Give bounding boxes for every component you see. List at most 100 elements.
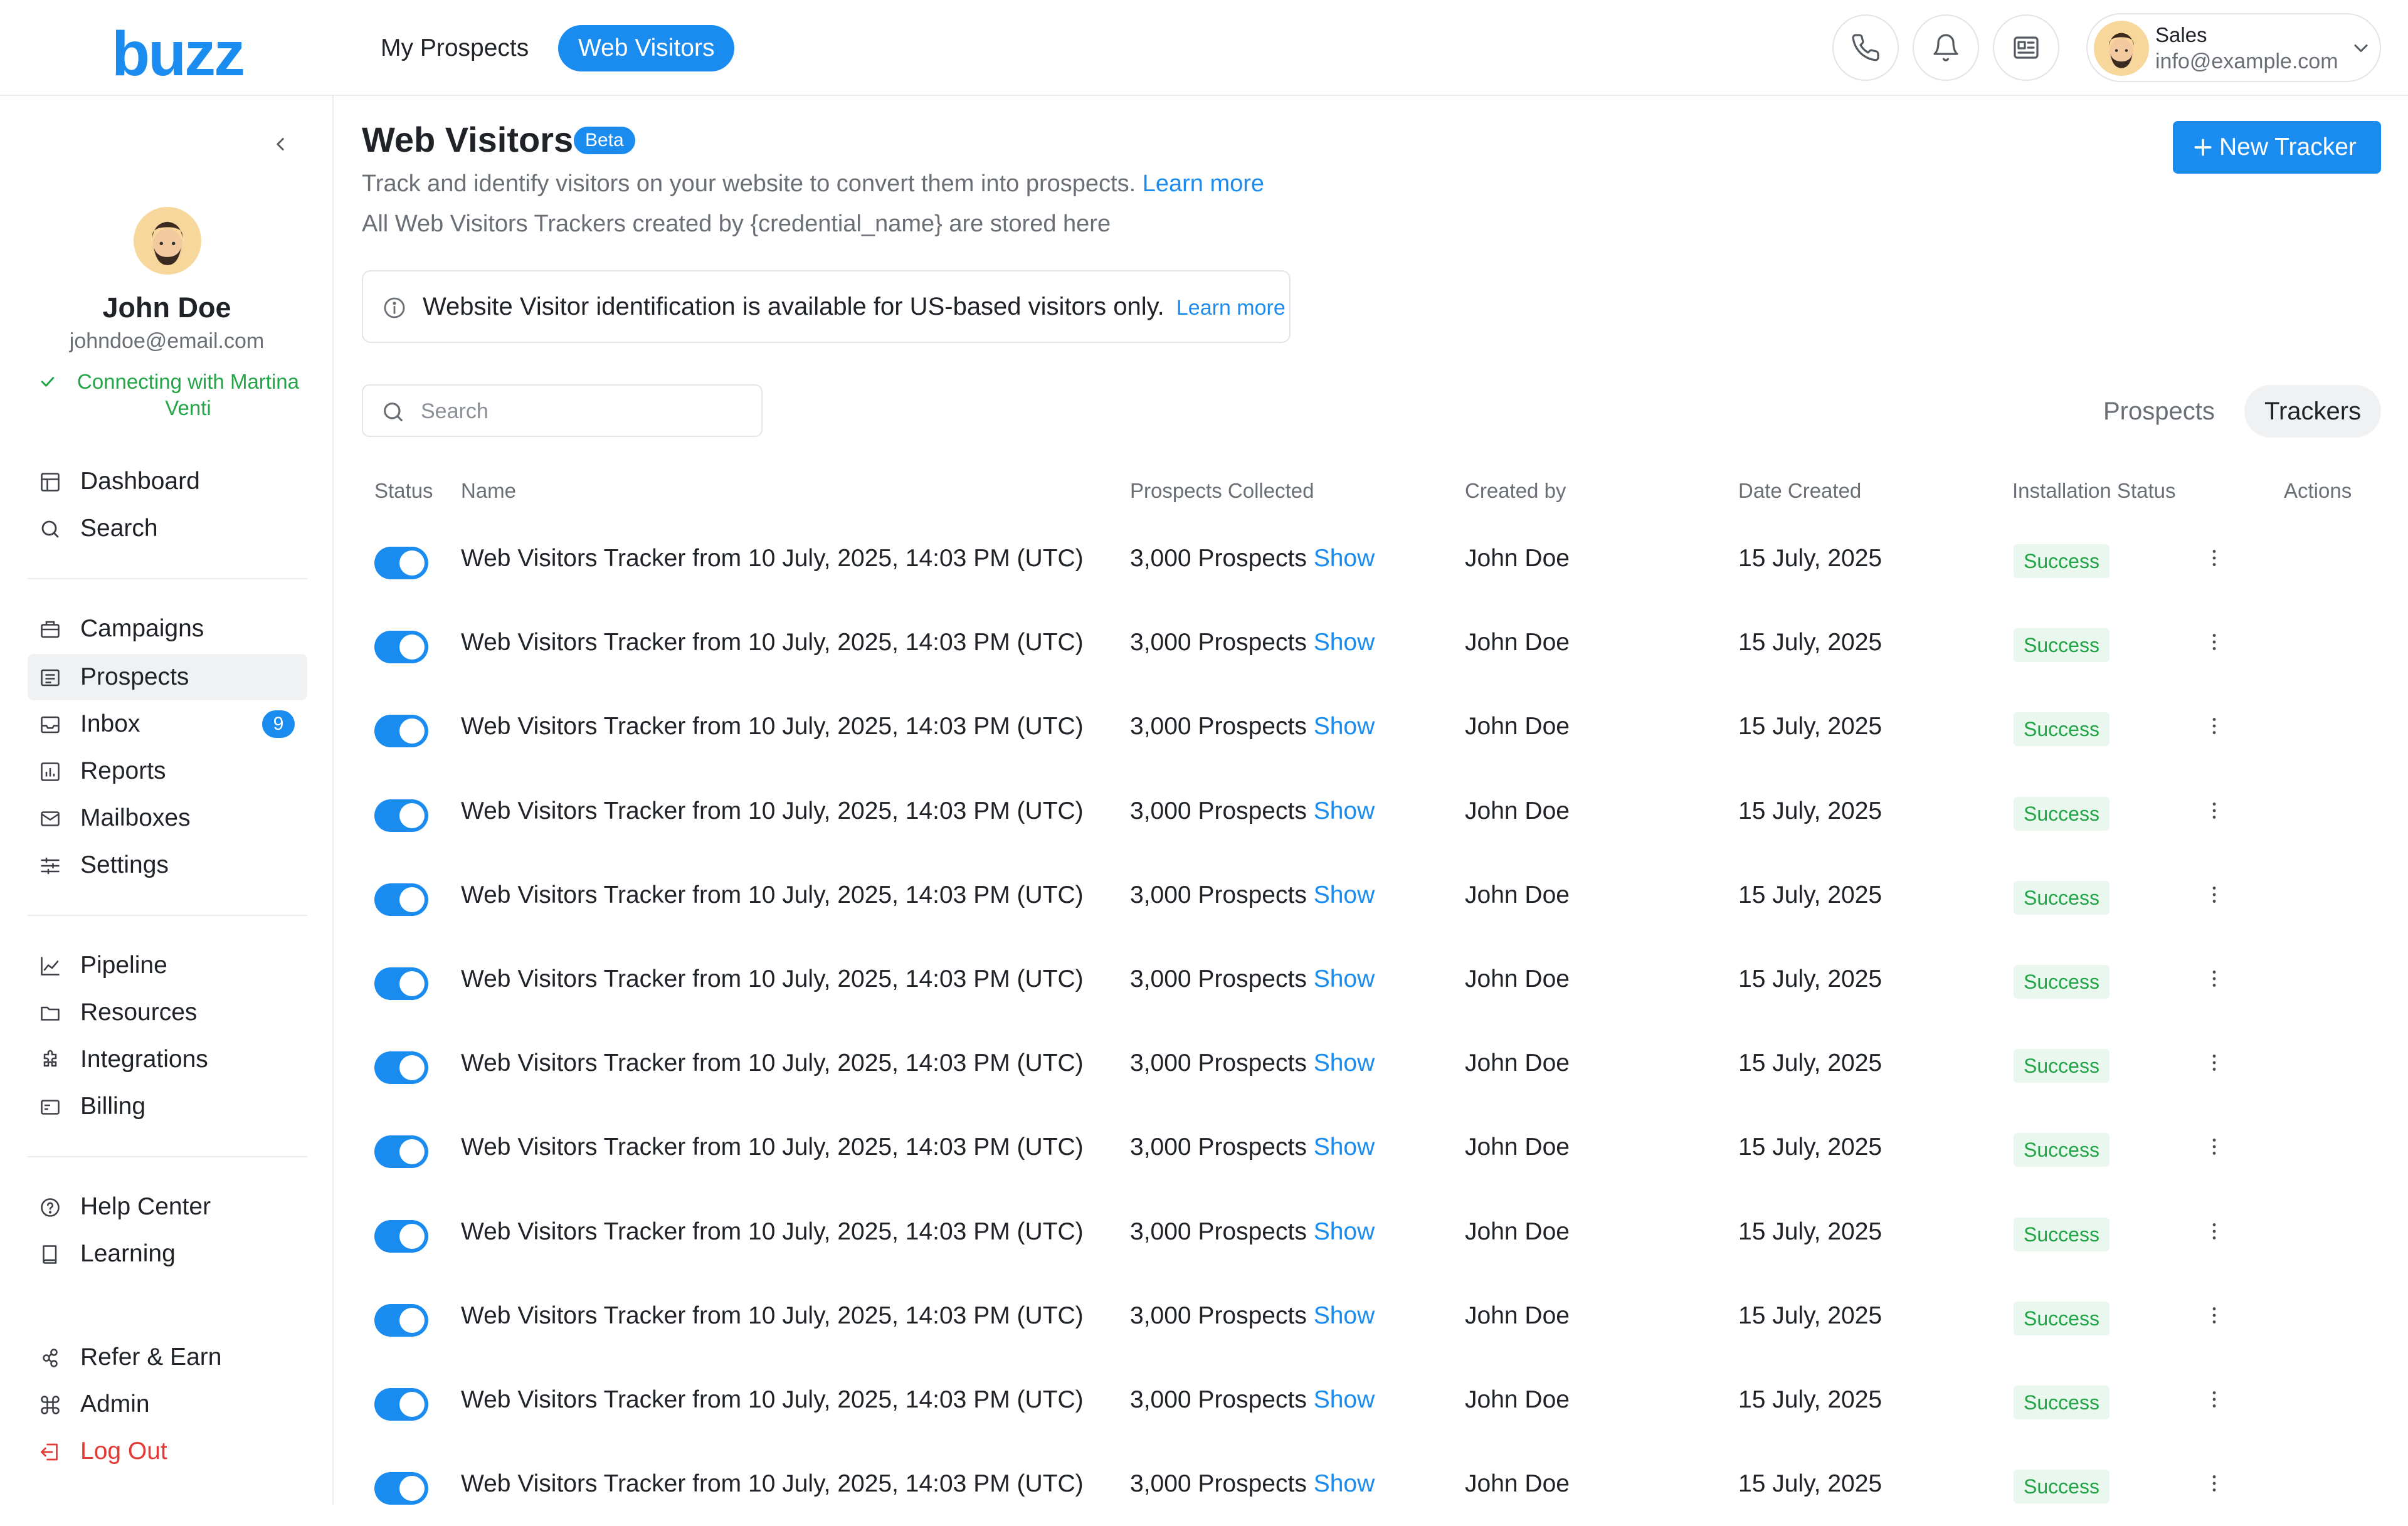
sidebar-item-campaigns[interactable]: Campaigns bbox=[28, 606, 307, 652]
table-row: Web Visitors Tracker from 10 July, 2025,… bbox=[362, 937, 2381, 1021]
sidebar-item-integrations[interactable]: Integrations bbox=[28, 1036, 307, 1083]
status-badge: Success bbox=[2014, 797, 2110, 831]
page-description: Track and identify visitors on your webs… bbox=[362, 171, 1264, 197]
date-created: 15 July, 2025 bbox=[1738, 1386, 1883, 1413]
connection-status-text: Connecting with Martina Venti bbox=[77, 370, 299, 419]
news-button[interactable] bbox=[1993, 14, 2059, 81]
tab-trackers[interactable]: Trackers bbox=[2244, 385, 2382, 438]
sidebar-item-help-center[interactable]: Help Center bbox=[28, 1184, 307, 1230]
pipeline-icon bbox=[41, 957, 60, 976]
sidebar-item-label: Dashboard bbox=[80, 468, 200, 495]
show-prospects-link[interactable]: Show bbox=[1314, 1218, 1375, 1245]
notice-learn-more-link[interactable]: Learn more bbox=[1176, 296, 1286, 320]
tab-web-visitors[interactable]: Web Visitors bbox=[558, 25, 735, 71]
search-input[interactable] bbox=[421, 393, 747, 429]
show-prospects-link[interactable]: Show bbox=[1314, 881, 1375, 908]
row-actions-button[interactable] bbox=[2203, 1135, 2226, 1158]
tab-my-prospects[interactable]: My Prospects bbox=[361, 25, 549, 71]
show-prospects-link[interactable]: Show bbox=[1314, 1050, 1375, 1076]
prospects-count: 3,000 Prospects bbox=[1130, 881, 1307, 908]
show-prospects-link[interactable]: Show bbox=[1314, 1470, 1375, 1497]
tracker-status-toggle[interactable] bbox=[374, 1388, 428, 1421]
mail-icon bbox=[41, 811, 60, 826]
chevron-down-icon bbox=[2354, 45, 2368, 52]
search-icon bbox=[384, 403, 403, 421]
table-row: Web Visitors Tracker from 10 July, 2025,… bbox=[362, 1442, 2381, 1526]
collapse-sidebar-button[interactable] bbox=[270, 134, 291, 155]
row-actions-button[interactable] bbox=[2203, 1051, 2226, 1074]
sidebar-item-dashboard[interactable]: Dashboard bbox=[28, 458, 307, 505]
row-actions-button[interactable] bbox=[2203, 547, 2226, 569]
row-actions-button[interactable] bbox=[2203, 799, 2226, 822]
sidebar-item-label: Prospects bbox=[80, 663, 189, 690]
toggle-knob bbox=[399, 887, 425, 912]
tracker-name: Web Visitors Tracker from 10 July, 2025,… bbox=[461, 1470, 1084, 1497]
page-description-text: Track and identify visitors on your webs… bbox=[362, 171, 1136, 197]
row-actions-button[interactable] bbox=[2203, 1304, 2226, 1327]
notifications-button[interactable] bbox=[1913, 14, 1979, 81]
help-icon bbox=[41, 1198, 60, 1217]
tab-prospects[interactable]: Prospects bbox=[2083, 385, 2235, 438]
sidebar-item-resources[interactable]: Resources bbox=[28, 989, 307, 1036]
created-by: John Doe bbox=[1465, 966, 1570, 992]
tracker-status-toggle[interactable] bbox=[374, 631, 428, 663]
show-prospects-link[interactable]: Show bbox=[1314, 629, 1375, 656]
show-prospects-link[interactable]: Show bbox=[1314, 797, 1375, 824]
buzz-logo[interactable]: buzz bbox=[112, 23, 245, 85]
call-button[interactable] bbox=[1832, 14, 1899, 81]
sidebar-item-inbox[interactable]: Inbox 9 bbox=[28, 701, 307, 747]
tracker-status-toggle[interactable] bbox=[374, 547, 428, 579]
table-row: Web Visitors Tracker from 10 July, 2025,… bbox=[362, 685, 2381, 769]
page-subtitle: All Web Visitors Trackers created by {cr… bbox=[362, 211, 1111, 237]
user-menu[interactable]: Sales info@example.com bbox=[2086, 13, 2381, 82]
tracker-status-toggle[interactable] bbox=[374, 1051, 428, 1084]
row-actions-button[interactable] bbox=[2203, 883, 2226, 906]
row-actions-button[interactable] bbox=[2203, 1472, 2226, 1495]
show-prospects-link[interactable]: Show bbox=[1314, 713, 1375, 740]
learn-more-link[interactable]: Learn more bbox=[1143, 171, 1264, 197]
tracker-status-toggle[interactable] bbox=[374, 883, 428, 916]
row-actions-button[interactable] bbox=[2203, 715, 2226, 737]
tracker-status-toggle[interactable] bbox=[374, 1220, 428, 1253]
tracker-status-toggle[interactable] bbox=[374, 1472, 428, 1505]
prospects-collected: 3,000 Prospects Show bbox=[1130, 1442, 1375, 1526]
tracker-status-toggle[interactable] bbox=[374, 1304, 428, 1337]
row-actions-button[interactable] bbox=[2203, 631, 2226, 653]
table-row: Web Visitors Tracker from 10 July, 2025,… bbox=[362, 769, 2381, 853]
more-vertical-icon bbox=[2212, 1223, 2216, 1239]
show-prospects-link[interactable]: Show bbox=[1314, 966, 1375, 992]
sidebar-item-settings[interactable]: Settings bbox=[28, 842, 307, 888]
sidebar-item-reports[interactable]: Reports bbox=[28, 748, 307, 794]
row-actions-button[interactable] bbox=[2203, 1388, 2226, 1411]
sidebar-item-search[interactable]: Search bbox=[28, 505, 307, 552]
tracker-status-toggle[interactable] bbox=[374, 1135, 428, 1168]
sidebar-item-billing[interactable]: Billing bbox=[28, 1083, 307, 1130]
tracker-name: Web Visitors Tracker from 10 July, 2025,… bbox=[461, 966, 1084, 992]
show-prospects-link[interactable]: Show bbox=[1314, 1302, 1375, 1329]
row-actions-button[interactable] bbox=[2203, 967, 2226, 990]
date-created: 15 July, 2025 bbox=[1738, 966, 1883, 992]
campaigns-icon bbox=[41, 621, 60, 638]
tracker-status-toggle[interactable] bbox=[374, 715, 428, 747]
tracker-status-toggle[interactable] bbox=[374, 967, 428, 1000]
sidebar-item-learning[interactable]: Learning bbox=[28, 1231, 307, 1277]
sidebar-divider bbox=[28, 578, 307, 579]
plus-icon bbox=[2194, 139, 2212, 156]
status-badge: Success bbox=[2014, 1049, 2110, 1083]
sidebar-item-log-out[interactable]: Log Out bbox=[28, 1428, 307, 1475]
sidebar-item-pipeline[interactable]: Pipeline bbox=[28, 942, 307, 989]
date-created: 15 July, 2025 bbox=[1738, 1470, 1883, 1497]
sidebar-item-mailboxes[interactable]: Mailboxes bbox=[28, 795, 307, 841]
new-tracker-button[interactable]: New Tracker bbox=[2173, 121, 2381, 174]
show-prospects-link[interactable]: Show bbox=[1314, 545, 1375, 572]
toggle-knob bbox=[399, 1476, 425, 1501]
tracker-status-toggle[interactable] bbox=[374, 799, 428, 832]
sidebar-item-admin[interactable]: Admin bbox=[28, 1381, 307, 1428]
sidebar-item-prospects[interactable]: Prospects bbox=[28, 654, 307, 700]
row-actions-button[interactable] bbox=[2203, 1220, 2226, 1243]
show-prospects-link[interactable]: Show bbox=[1314, 1134, 1375, 1160]
prospects-collected: 3,000 Prospects Show bbox=[1130, 937, 1375, 1021]
sidebar-item-refer-earn[interactable]: Refer & Earn bbox=[28, 1334, 307, 1381]
tracker-name: Web Visitors Tracker from 10 July, 2025,… bbox=[461, 545, 1084, 572]
show-prospects-link[interactable]: Show bbox=[1314, 1386, 1375, 1413]
